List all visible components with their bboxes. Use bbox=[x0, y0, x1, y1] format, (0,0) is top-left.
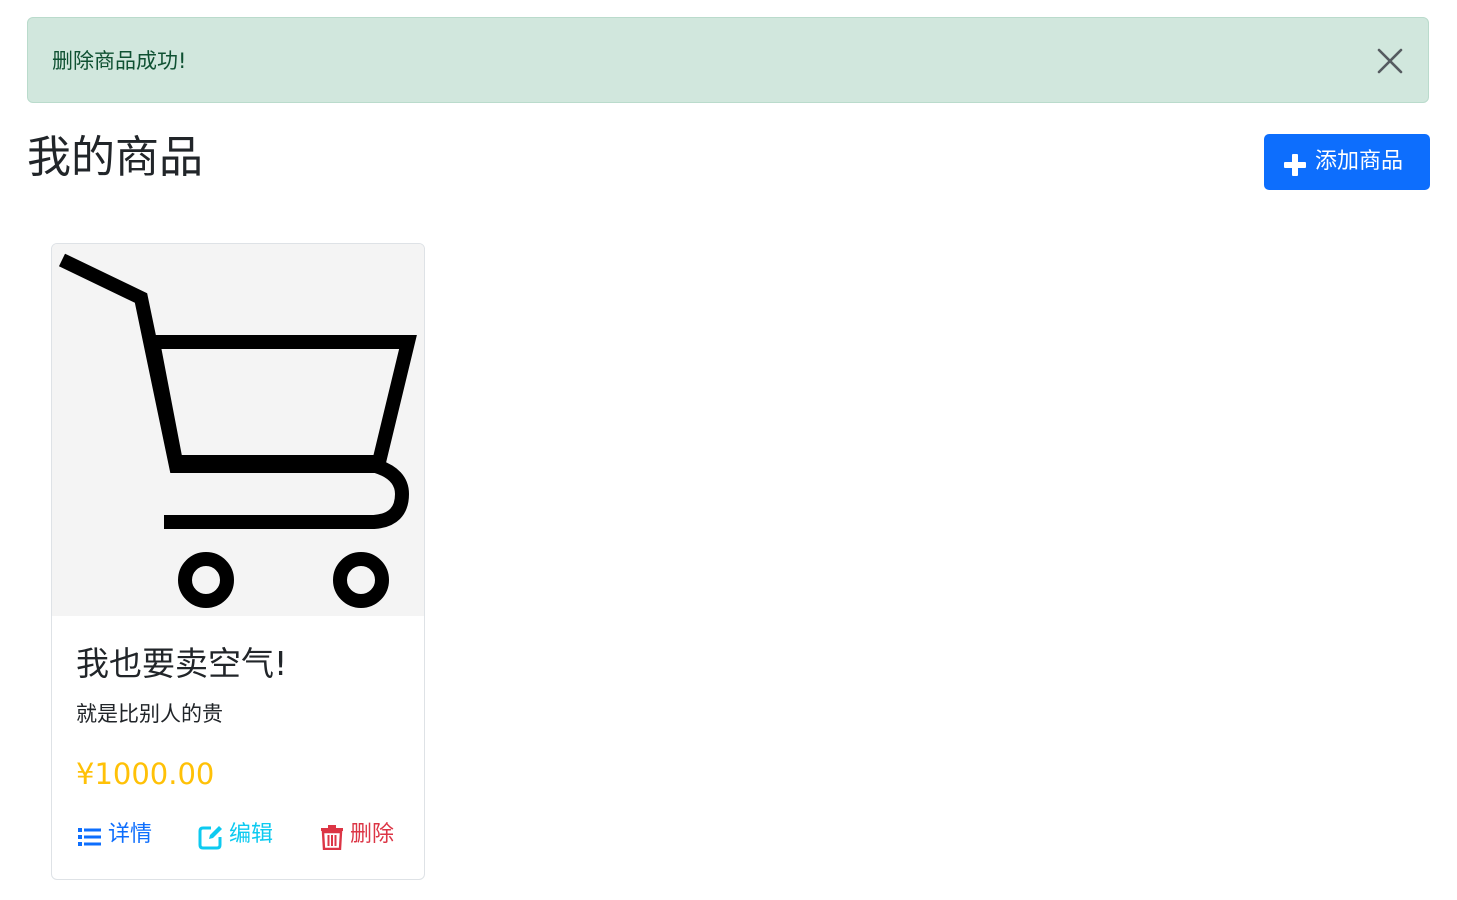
edit-link[interactable]: 编辑 bbox=[198, 819, 284, 853]
delete-label: 删除 bbox=[350, 822, 395, 847]
product-card: 我也要卖空气! 就是比别人的贵 ¥1000.00 详情 编辑 删除 bbox=[51, 243, 425, 880]
plus-icon bbox=[1284, 154, 1306, 176]
add-product-button[interactable]: 添加商品 bbox=[1264, 134, 1430, 190]
edit-icon bbox=[198, 826, 222, 850]
details-link[interactable]: 详情 bbox=[77, 819, 163, 853]
product-description: 就是比别人的贵 bbox=[76, 702, 223, 726]
details-label: 详情 bbox=[108, 822, 153, 847]
close-icon-glyph bbox=[1377, 48, 1403, 74]
shopping-cart-icon bbox=[58, 253, 417, 608]
edit-label: 编辑 bbox=[229, 822, 274, 847]
close-icon[interactable] bbox=[1376, 47, 1404, 75]
product-title: 我也要卖空气! bbox=[76, 644, 288, 683]
add-product-label: 添加商品 bbox=[1315, 149, 1404, 174]
trash-icon bbox=[321, 825, 343, 850]
alert-message: 删除商品成功! bbox=[52, 49, 187, 73]
page-title: 我的商品 bbox=[27, 132, 203, 183]
product-image bbox=[52, 244, 424, 616]
success-alert: 删除商品成功! bbox=[27, 17, 1429, 103]
product-price: ¥1000.00 bbox=[76, 757, 215, 791]
list-icon bbox=[78, 828, 101, 846]
delete-link[interactable]: 删除 bbox=[319, 819, 405, 853]
